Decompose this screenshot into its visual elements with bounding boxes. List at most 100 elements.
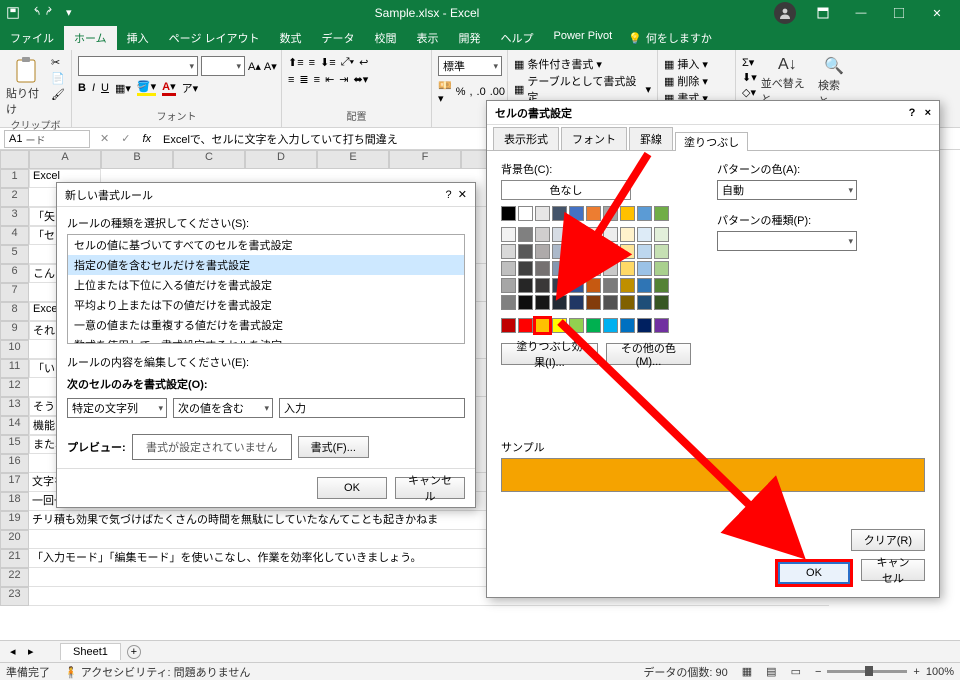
rule-type-list[interactable]: セルの値に基づいてすべてのセルを書式設定 指定の値を含むセルだけを書式設定 上位… xyxy=(67,234,465,344)
dec-dec-icon[interactable]: .00 xyxy=(490,86,505,98)
color-swatch[interactable] xyxy=(654,261,669,276)
tab-file[interactable]: ファイル xyxy=(0,26,64,50)
minimize-icon[interactable]: — xyxy=(844,2,878,24)
ok-button[interactable]: OK xyxy=(778,562,850,584)
color-swatch[interactable] xyxy=(552,318,567,333)
color-swatch[interactable] xyxy=(535,227,550,242)
font-size-combo[interactable] xyxy=(201,56,245,76)
color-swatch[interactable] xyxy=(603,261,618,276)
zoom-slider[interactable] xyxy=(827,670,907,673)
tab-data[interactable]: データ xyxy=(312,26,365,50)
color-swatch[interactable] xyxy=(620,295,635,310)
color-swatch[interactable] xyxy=(501,318,516,333)
font-name-combo[interactable] xyxy=(78,56,198,76)
rule-item[interactable]: 数式を使用して、書式設定するセルを決定 xyxy=(68,335,464,344)
color-swatch[interactable] xyxy=(603,227,618,242)
tab-home[interactable]: ホーム xyxy=(64,26,117,50)
view-pagebreak-icon[interactable]: ▭ xyxy=(791,665,801,678)
autosave-icon[interactable] xyxy=(6,6,20,20)
qat-dropdown-icon[interactable]: ▾ xyxy=(66,6,80,20)
color-swatch[interactable] xyxy=(535,295,550,310)
color-swatch[interactable] xyxy=(501,244,516,259)
sheet-nav-next-icon[interactable]: ▸ xyxy=(28,645,34,658)
italic-button[interactable]: I xyxy=(92,82,95,94)
color-swatch[interactable] xyxy=(586,295,601,310)
color-swatch[interactable] xyxy=(620,227,635,242)
tab-formulas[interactable]: 数式 xyxy=(270,26,312,50)
delete-cells-button[interactable]: ▦ 削除 ▾ xyxy=(664,73,708,89)
color-swatch[interactable] xyxy=(518,244,533,259)
undo-icon[interactable] xyxy=(26,6,40,20)
ribbon-display-icon[interactable] xyxy=(806,2,840,24)
dialog-header[interactable]: セルの書式設定 ? × xyxy=(487,101,939,125)
color-swatch[interactable] xyxy=(518,206,533,221)
color-swatch[interactable] xyxy=(603,244,618,259)
inc-dec-icon[interactable]: .0 xyxy=(477,86,486,98)
bold-button[interactable]: B xyxy=(78,82,86,94)
color-swatch[interactable] xyxy=(654,227,669,242)
color-swatch[interactable] xyxy=(552,206,567,221)
color-swatch[interactable] xyxy=(637,318,652,333)
color-swatch[interactable] xyxy=(637,227,652,242)
color-swatch[interactable] xyxy=(552,227,567,242)
fill-effects-button[interactable]: 塗りつぶし効果(I)... xyxy=(501,343,598,365)
cut-icon[interactable]: ✂ xyxy=(51,56,65,69)
color-swatch[interactable] xyxy=(569,318,584,333)
color-swatch[interactable] xyxy=(552,244,567,259)
cancel-button[interactable]: キャンセル xyxy=(861,559,925,581)
paste-button[interactable]: 貼り付け xyxy=(6,56,45,117)
align-bottom-icon[interactable]: ⬇≡ xyxy=(320,56,336,69)
align-top-icon[interactable]: ⬆≡ xyxy=(288,56,304,69)
color-swatch[interactable] xyxy=(620,206,635,221)
phonetic-button[interactable]: ア▾ xyxy=(182,80,199,96)
view-normal-icon[interactable]: ▦ xyxy=(742,665,752,678)
view-pagelayout-icon[interactable]: ▤ xyxy=(766,665,776,678)
conditional-format-button[interactable]: ▦条件付き書式 ▾ xyxy=(514,56,602,72)
increase-indent-icon[interactable]: ⇥ xyxy=(339,73,348,86)
color-swatch[interactable] xyxy=(518,318,533,333)
tab-developer[interactable]: 開発 xyxy=(449,26,491,50)
maximize-icon[interactable] xyxy=(882,2,916,24)
dialog-header[interactable]: 新しい書式ルール ? ✕ xyxy=(57,183,475,207)
tab-help[interactable]: ヘルプ xyxy=(491,26,544,50)
ok-button[interactable]: OK xyxy=(317,477,387,499)
color-swatch[interactable] xyxy=(501,206,516,221)
rule-value-input[interactable] xyxy=(279,398,465,418)
tab-powerpivot[interactable]: Power Pivot xyxy=(544,26,623,50)
cancel-button[interactable]: キャンセル xyxy=(395,477,465,499)
more-colors-button[interactable]: その他の色(M)... xyxy=(606,343,691,365)
close-icon[interactable]: ✕ xyxy=(920,2,954,24)
tab-view[interactable]: 表示 xyxy=(407,26,449,50)
color-swatch[interactable] xyxy=(603,295,618,310)
format-painter-icon[interactable]: 🖌 xyxy=(51,88,65,101)
pattern-color-combo[interactable]: 自動 xyxy=(717,180,857,200)
accessibility-status[interactable]: 🧍 アクセシビリティ: 問題ありません xyxy=(64,664,250,680)
color-swatch[interactable] xyxy=(654,206,669,221)
dialog-close-icon[interactable]: × xyxy=(925,107,931,119)
format-button[interactable]: 書式(F)... xyxy=(298,436,369,458)
color-swatch[interactable] xyxy=(603,318,618,333)
redo-icon[interactable] xyxy=(46,6,60,20)
tab-review[interactable]: 校閲 xyxy=(365,26,407,50)
color-swatch[interactable] xyxy=(620,261,635,276)
color-swatch[interactable] xyxy=(620,278,635,293)
new-sheet-icon[interactable]: + xyxy=(127,645,141,659)
align-middle-icon[interactable]: ≡ xyxy=(309,57,315,69)
color-swatch[interactable] xyxy=(637,278,652,293)
tab-number[interactable]: 表示形式 xyxy=(493,127,559,150)
color-swatch[interactable] xyxy=(535,261,550,276)
tell-me[interactable]: 💡何をしますか xyxy=(628,26,712,50)
zoom-out-icon[interactable]: − xyxy=(815,666,821,678)
color-swatch[interactable] xyxy=(603,278,618,293)
color-swatch[interactable] xyxy=(637,244,652,259)
color-swatch[interactable] xyxy=(586,278,601,293)
tab-pagelayout[interactable]: ページ レイアウト xyxy=(159,26,270,50)
color-swatch[interactable] xyxy=(637,206,652,221)
color-swatch[interactable] xyxy=(586,206,601,221)
color-swatch[interactable] xyxy=(586,261,601,276)
color-swatch[interactable] xyxy=(654,295,669,310)
comma-icon[interactable]: , xyxy=(469,86,472,98)
zoom-control[interactable]: − + 100% xyxy=(815,666,954,678)
color-swatch[interactable] xyxy=(569,244,584,259)
tab-font[interactable]: フォント xyxy=(561,127,627,150)
